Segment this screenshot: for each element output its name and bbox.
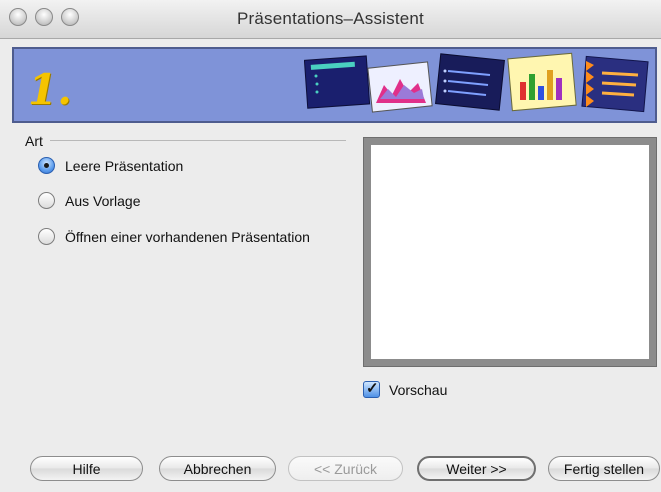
title-bar: Präsentations–Assistent [0,0,661,39]
slide-thumbnail-4-icon [507,52,577,112]
wizard-banner: 1. [12,47,657,123]
preview-panel [363,137,657,367]
radio-from-template-label: Aus Vorlage [65,192,141,209]
type-group-label: Art [25,133,43,149]
cancel-button[interactable]: Abbrechen [159,456,276,481]
preview-canvas [371,145,649,359]
radio-open-existing[interactable]: Öffnen einer vorhandenen Präsentation [38,228,310,245]
radio-open-existing-label: Öffnen einer vorhandenen Präsentation [65,228,310,245]
next-button[interactable]: Weiter >> [417,456,536,481]
back-button[interactable]: << Zurück [288,456,403,481]
group-divider [50,140,346,141]
step-number: 1. [28,65,72,114]
preview-checkbox-label: Vorschau [389,381,448,398]
preview-checkbox[interactable] [363,379,380,398]
radio-from-template[interactable]: Aus Vorlage [38,192,141,209]
slide-thumbnail-2-icon [367,61,433,113]
preview-checkbox-row[interactable]: Vorschau [363,379,448,398]
radio-empty-presentation[interactable]: Leere Präsentation [38,157,183,174]
finish-button[interactable]: Fertig stellen [548,456,660,481]
slide-thumbnail-3-icon [435,53,505,111]
radio-unselected-icon[interactable] [38,228,55,245]
slide-thumbnail-1-icon [304,55,371,109]
help-button[interactable]: Hilfe [30,456,143,481]
window-title: Präsentations–Assistent [237,9,424,28]
slide-thumbnail-5-icon [581,55,649,113]
radio-unselected-icon[interactable] [38,192,55,209]
radio-selected-icon[interactable] [38,157,55,174]
radio-empty-presentation-label: Leere Präsentation [65,157,184,174]
